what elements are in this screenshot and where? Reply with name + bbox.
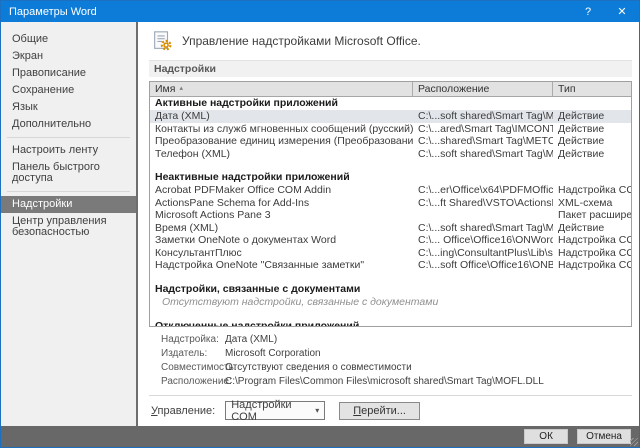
chevron-down-icon: ▾ (315, 406, 320, 415)
sidebar-item-addins[interactable]: Надстройки (1, 196, 136, 213)
empty-note-document-related: Отсутствуют надстройки, связанные с доку… (162, 295, 439, 308)
addin-name: Microsoft Actions Pane 3 (155, 209, 271, 221)
sidebar-item-general[interactable]: Общие (1, 31, 136, 48)
manage-dropdown[interactable]: Надстройки COM ▾ (225, 398, 326, 423)
group-header-active: Активные надстройки приложений (155, 97, 338, 109)
addin-name: ActionsPane Schema for Add-Ins (155, 196, 310, 209)
sidebar-separator (7, 191, 130, 192)
column-header-name[interactable]: Имя ▴ (150, 82, 413, 96)
manage-dropdown-value: Надстройки COM (231, 398, 292, 423)
addin-name: Время (XML) (155, 221, 219, 234)
addin-manager-icon (154, 31, 172, 51)
table-row[interactable]: Acrobat PDFMaker Office COM Addin C:\...… (150, 184, 631, 197)
addin-type: XML-схема (558, 196, 613, 209)
table-row[interactable]: Заметки OneNote о документах Word C:\...… (150, 234, 631, 247)
detail-addin-label: Надстройка: (161, 334, 219, 345)
addin-type: Действие (558, 221, 605, 234)
sidebar-item-quick-access[interactable]: Панель быстрого доступа (1, 159, 136, 187)
sidebar-separator (7, 137, 130, 138)
sidebar: Общие Экран Правописание Сохранение Язык… (1, 22, 138, 426)
addin-location: C:\...ing\ConsultantPlus\Lib\scons64.dll (418, 246, 553, 259)
table-header-row: Имя ▴ Расположение Тип (150, 82, 631, 97)
addin-location: C:\...ared\Smart Tag\IMCONTACT.DLL (418, 122, 553, 135)
addin-location: C:\...soft Office\Office16\ONBttnWD.dll (418, 259, 553, 271)
addin-location: C:\...shared\Smart Tag\METCONV.DLL (418, 135, 553, 147)
sidebar-item-advanced[interactable]: Дополнительно (1, 116, 136, 133)
detail-publisher-label: Издатель: (161, 348, 208, 359)
detail-location-label: Расположение: (161, 376, 232, 387)
dialog-footer: ОК Отмена (1, 426, 639, 447)
go-button[interactable]: Перейти... (339, 401, 420, 420)
addin-type: Пакет расширения XML (558, 209, 631, 221)
panel-title: Управление надстройками Microsoft Office… (182, 34, 421, 48)
table-row[interactable]: КонсультантПлюс C:\...ing\ConsultantPlus… (150, 247, 631, 260)
table-row[interactable]: Microsoft Actions Pane 3 Пакет расширени… (150, 209, 631, 222)
table-row[interactable]: ActionsPane Schema for Add-Ins C:\...ft … (150, 197, 631, 210)
addin-name: Заметки OneNote о документах Word (155, 234, 337, 246)
addin-details: Надстройка: Дата (XML) Издатель: Microso… (149, 327, 632, 393)
manage-label: Управление: (151, 404, 216, 417)
sidebar-item-display[interactable]: Экран (1, 48, 136, 65)
addin-location: C:\...soft shared\Smart Tag\MOFL.DLL (418, 147, 553, 160)
help-icon[interactable]: ? (571, 1, 605, 22)
addin-name: КонсультантПлюс (155, 246, 242, 259)
addin-name: Дата (XML) (155, 110, 210, 122)
group-header-inactive: Неактивные надстройки приложений (155, 171, 350, 183)
sort-ascending-icon: ▴ (179, 85, 183, 92)
addin-type: Действие (558, 135, 605, 147)
resize-grip[interactable] (630, 438, 638, 446)
addin-type: Надстройка COM (558, 184, 631, 196)
detail-compatibility-label: Совместимость: (161, 362, 237, 373)
table-row[interactable]: Контакты из служб мгновенных сообщений (… (150, 123, 631, 136)
addin-type: Действие (558, 122, 605, 135)
group-header-disabled: Отключенные надстройки приложений (155, 319, 360, 327)
sidebar-item-language[interactable]: Язык (1, 99, 136, 116)
addins-panel: Управление надстройками Microsoft Office… (138, 22, 639, 426)
sidebar-item-save[interactable]: Сохранение (1, 82, 136, 99)
ok-button[interactable]: ОК (524, 429, 569, 444)
addin-name: Acrobat PDFMaker Office COM Addin (155, 184, 332, 196)
sidebar-item-trust-center[interactable]: Центр управления безопасностью (1, 213, 136, 241)
addins-table: Имя ▴ Расположение Тип Активные надстрой… (149, 81, 632, 327)
addin-name: Контакты из служб мгновенных сообщений (… (155, 122, 413, 135)
addin-name: Преобразование единиц измерения (Преобра… (155, 135, 413, 147)
addin-location: C:\... Office\Office16\ONWordAddin.dll (418, 234, 553, 246)
column-header-type[interactable]: Тип (553, 82, 631, 96)
sidebar-item-customize-ribbon[interactable]: Настроить ленту (1, 142, 136, 159)
close-icon[interactable]: ✕ (605, 1, 639, 22)
column-header-location[interactable]: Расположение (413, 82, 553, 96)
cancel-button[interactable]: Отмена (577, 429, 631, 444)
detail-compatibility-value: Отсутствуют сведения о совместимости (225, 362, 412, 373)
addin-location: C:\...ft Shared\VSTO\ActionsPane3.xsd (418, 196, 553, 209)
addin-type: Надстройка COM (558, 259, 631, 271)
addin-name: Надстройка OneNote "Связанные заметки" (155, 259, 365, 271)
section-addins-label: Надстройки (149, 60, 632, 77)
panel-header: Управление надстройками Microsoft Office… (149, 27, 632, 60)
dialog-title: Параметры Word (9, 5, 97, 18)
addin-name: Телефон (XML) (155, 147, 231, 160)
table-row[interactable]: Телефон (XML) C:\...soft shared\Smart Ta… (150, 148, 631, 161)
table-row[interactable]: Время (XML) C:\...soft shared\Smart Tag\… (150, 222, 631, 235)
table-row[interactable]: Дата (XML) C:\...soft shared\Smart Tag\M… (150, 110, 631, 123)
addin-location: C:\...soft shared\Smart Tag\MOFL.DLL (418, 110, 553, 122)
addin-type: Надстройка COM (558, 234, 631, 246)
detail-publisher-value: Microsoft Corporation (225, 348, 321, 359)
addin-type: Надстройка COM (558, 246, 631, 259)
titlebar: Параметры Word ? ✕ (1, 1, 639, 22)
dialog-body: Общие Экран Правописание Сохранение Язык… (1, 22, 639, 426)
addin-type: Действие (558, 147, 605, 160)
group-header-document-related: Надстройки, связанные с документами (155, 282, 361, 295)
addin-location: C:\...er\Office\x64\PDFMOfficeAddin.dll (418, 184, 553, 196)
table-row[interactable]: Надстройка OneNote "Связанные заметки" C… (150, 259, 631, 272)
addin-location: C:\...soft shared\Smart Tag\MOFL.DLL (418, 221, 553, 234)
manage-row: Управление: Надстройки COM ▾ Перейти... (149, 396, 632, 426)
table-row[interactable]: Преобразование единиц измерения (Преобра… (150, 135, 631, 148)
word-options-dialog: Параметры Word ? ✕ Общие Экран Правописа… (0, 0, 640, 448)
detail-location-value: C:\Program Files\Common Files\microsoft … (225, 376, 544, 387)
sidebar-item-proofing[interactable]: Правописание (1, 65, 136, 82)
addin-location (413, 209, 553, 222)
detail-addin-value: Дата (XML) (225, 334, 278, 345)
addin-type: Действие (558, 110, 605, 122)
